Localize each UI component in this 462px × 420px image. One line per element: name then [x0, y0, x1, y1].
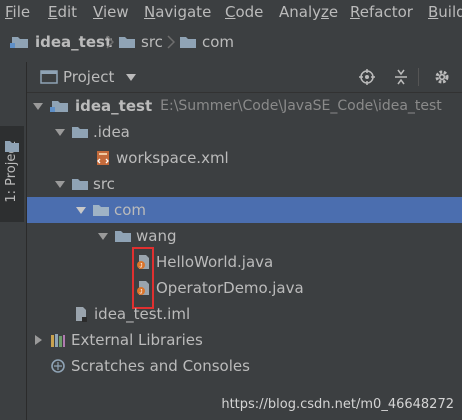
package-label: wang: [136, 227, 177, 245]
project-tree: idea_test E:\Summer\Code\JavaSE_Code\ide…: [27, 93, 462, 420]
package-folder-icon: [115, 231, 131, 242]
view-dropdown-icon[interactable]: [126, 74, 136, 81]
folder-icon: [119, 37, 135, 48]
locate-target-icon[interactable]: [359, 69, 375, 85]
menu-view[interactable]: View: [93, 1, 129, 23]
tree-row-workspace-xml[interactable]: workspace.xml: [27, 145, 462, 171]
xml-file-icon: [97, 151, 109, 165]
tree-row-root[interactable]: idea_test E:\Summer\Code\JavaSE_Code\ide…: [27, 93, 462, 119]
module-folder-icon: [10, 37, 28, 48]
gear-icon[interactable]: [434, 69, 450, 85]
project-name: idea_test: [75, 97, 153, 115]
breadcrumb-item-src[interactable]: src: [118, 28, 163, 56]
expanded-arrow-icon[interactable]: [97, 230, 109, 242]
tree-row-operatordemo-java[interactable]: J OperatorDemo.java: [27, 275, 462, 301]
package-label: com: [114, 201, 147, 219]
expanded-arrow-icon[interactable]: [75, 204, 87, 216]
tree-row-wang-package[interactable]: wang: [27, 223, 462, 249]
folder-icon: [5, 141, 19, 152]
folder-label: src: [93, 175, 115, 193]
menu-bar: File Edit View Navigate Code Analyze Ref…: [0, 0, 462, 24]
panel-title: Project: [63, 68, 115, 86]
project-path: E:\Summer\Code\JavaSE_Code\idea_test: [160, 98, 442, 114]
external-libraries-label: External Libraries: [71, 331, 203, 349]
scratches-icon: [51, 359, 65, 373]
chevron-right-icon: [106, 35, 114, 49]
expanded-arrow-icon[interactable]: [54, 126, 66, 138]
left-tool-strip: 1: Project: [0, 62, 27, 420]
tree-row-idea-folder[interactable]: .idea: [27, 119, 462, 145]
breadcrumb: idea_test src com: [0, 28, 462, 56]
menu-build[interactable]: Build: [428, 1, 462, 23]
source-folder-icon: [72, 179, 88, 190]
module-folder-icon: [50, 101, 68, 112]
scratches-label: Scratches and Consoles: [71, 357, 250, 375]
menu-navigate[interactable]: Navigate: [144, 1, 211, 23]
tree-row-src-folder[interactable]: src: [27, 171, 462, 197]
header-divider: [418, 68, 419, 86]
project-panel-header: Project: [27, 62, 462, 93]
expanded-arrow-icon[interactable]: [54, 178, 66, 190]
file-label: idea_test.iml: [94, 305, 191, 323]
menu-analyze[interactable]: Analyze: [279, 1, 338, 23]
tree-row-com-package[interactable]: com: [27, 197, 462, 223]
chevron-right-icon: [167, 35, 175, 49]
menu-edit[interactable]: Edit: [48, 1, 77, 23]
project-view-icon: [40, 70, 58, 84]
highlight-annotation-box: [132, 247, 154, 309]
breadcrumb-label: idea_test: [35, 33, 113, 51]
package-folder-icon: [93, 205, 109, 216]
breadcrumb-label: com: [202, 33, 235, 51]
breadcrumb-label: src: [141, 33, 163, 51]
folder-label: .idea: [93, 123, 130, 141]
folder-icon: [72, 127, 88, 138]
breadcrumb-item-com[interactable]: com: [179, 28, 234, 56]
breadcrumb-item-project[interactable]: idea_test: [10, 28, 112, 56]
tree-row-iml-file[interactable]: idea_test.iml: [27, 301, 462, 327]
library-icon: [51, 334, 65, 347]
tree-row-scratches[interactable]: Scratches and Consoles: [27, 353, 462, 379]
menu-file[interactable]: File: [5, 1, 30, 23]
tree-row-external-libraries[interactable]: External Libraries: [27, 327, 462, 353]
menu-code[interactable]: Code: [225, 1, 263, 23]
file-label: HelloWorld.java: [156, 253, 274, 271]
file-label: OperatorDemo.java: [156, 279, 304, 297]
tree-row-helloworld-java[interactable]: J HelloWorld.java: [27, 249, 462, 275]
expanded-arrow-icon[interactable]: [32, 100, 44, 112]
collapse-all-icon[interactable]: [393, 69, 409, 85]
menu-refactor[interactable]: Refactor: [350, 1, 413, 23]
collapsed-arrow-icon[interactable]: [32, 334, 44, 346]
file-label: workspace.xml: [116, 149, 229, 167]
watermark-text: https://blog.csdn.net/m0_46648272: [221, 397, 454, 412]
package-folder-icon: [180, 37, 196, 48]
module-file-icon: [76, 307, 87, 322]
